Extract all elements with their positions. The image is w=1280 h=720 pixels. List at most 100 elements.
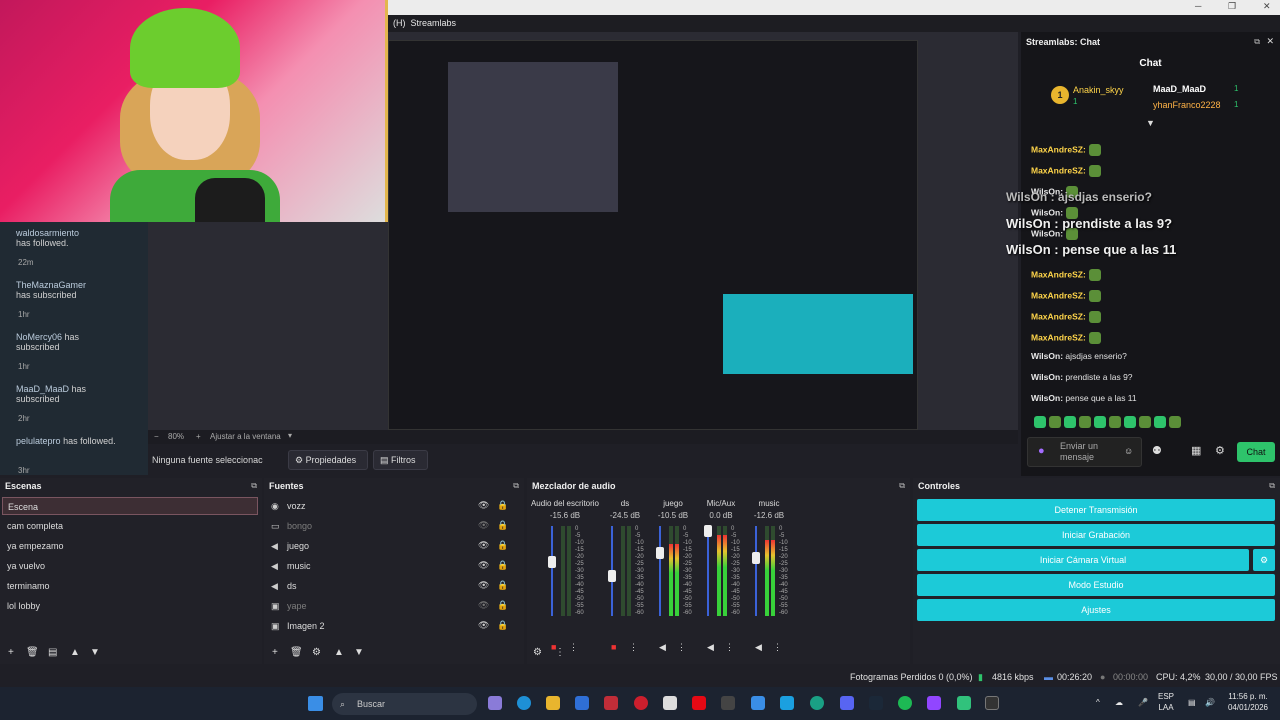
trash-icon[interactable]: 🗑 — [290, 647, 303, 658]
scene-item[interactable]: terminamo — [2, 577, 258, 595]
filters-button[interactable]: ▤ Filtros — [373, 450, 428, 470]
add-icon[interactable]: + — [272, 647, 278, 658]
popout-icon[interactable]: ⧉ — [899, 481, 905, 491]
popout-icon[interactable]: ⧉ — [513, 481, 519, 491]
zoom-option[interactable]: Ajustar a la ventana — [210, 432, 281, 441]
properties-button[interactable]: ⚙ Propiedades — [288, 450, 368, 470]
streamlabs-icon[interactable] — [810, 696, 824, 710]
volume-icon[interactable]: 🔊 — [1205, 697, 1215, 708]
close-icon[interactable]: ✕ — [1266, 36, 1274, 47]
source-item[interactable]: ▣ yape — [266, 597, 511, 615]
gear-icon[interactable]: ⚙ — [1215, 444, 1225, 457]
eye-off-icon[interactable]: 👁 — [478, 600, 489, 611]
start-recording-button[interactable]: Iniciar Grabación — [917, 524, 1275, 546]
scene-item[interactable]: ya vuelvo — [2, 557, 258, 575]
filter-icon[interactable]: ▤ — [48, 647, 57, 658]
volume-knob[interactable] — [704, 524, 712, 537]
move-up-icon[interactable]: ▲ — [334, 647, 344, 658]
lock-icon[interactable]: 🔒 — [497, 560, 508, 571]
popout-icon[interactable]: ⧉ — [251, 481, 257, 491]
spotify-icon[interactable] — [898, 696, 912, 710]
points-icon[interactable]: ⚉ — [1152, 444, 1162, 457]
mic-icon[interactable]: ● — [1038, 445, 1045, 457]
more-options-icon[interactable]: ⋮ — [555, 647, 565, 658]
lock-icon[interactable]: 🔒 — [497, 580, 508, 591]
streamlabs-desktop-icon[interactable] — [985, 696, 999, 710]
copilot-icon[interactable] — [488, 696, 502, 710]
zoom-minus[interactable]: − — [154, 432, 159, 441]
volume-knob[interactable] — [752, 551, 760, 564]
clock[interactable]: 11:56 p. m. 04/01/2026 — [1222, 691, 1274, 713]
chevron-up-icon[interactable]: ^ — [1096, 697, 1100, 708]
lock-icon[interactable]: 🔒 — [497, 540, 508, 551]
gear-icon[interactable]: ⚙ — [312, 647, 321, 658]
scene-item[interactable]: lol lobby — [2, 597, 258, 615]
zoom-plus[interactable]: + — [196, 432, 201, 441]
virtual-camera-button[interactable]: Iniciar Cámara Virtual — [917, 549, 1249, 571]
wifi-icon[interactable]: ▤ — [1188, 697, 1196, 708]
lock-icon[interactable]: 🔒 — [497, 520, 508, 531]
minimize-icon[interactable]: ─ — [1195, 1, 1201, 11]
eye-icon[interactable]: 👁 — [478, 560, 489, 571]
chevron-down-icon[interactable]: ▾ — [288, 431, 292, 440]
settings-button[interactable]: Ajustes — [917, 599, 1275, 621]
maximize-icon[interactable]: ❐ — [1228, 1, 1236, 12]
scene-item[interactable]: cam completa — [2, 517, 258, 535]
add-icon[interactable]: + — [8, 647, 14, 658]
folder-icon[interactable] — [546, 696, 560, 710]
mixer-settings-icon[interactable]: ⚙ — [533, 647, 542, 658]
volume-knob[interactable] — [656, 547, 664, 559]
twitch-icon[interactable] — [927, 696, 941, 710]
eye-off-icon[interactable]: 👁 — [478, 520, 489, 531]
chat-send-button[interactable]: Chat — [1237, 442, 1275, 462]
source-item[interactable]: ◀ ds — [266, 577, 511, 595]
outlook-icon[interactable] — [575, 696, 589, 710]
scene-item[interactable]: Escena — [2, 497, 258, 515]
emoji-icon[interactable]: ☺ — [1124, 446, 1133, 456]
volume-slider[interactable] — [707, 526, 709, 616]
volume-slider[interactable] — [755, 526, 757, 616]
discord-icon[interactable] — [840, 696, 854, 710]
windows-start-icon[interactable] — [308, 696, 323, 711]
opera-icon[interactable] — [604, 696, 618, 710]
ps5-icon[interactable] — [721, 696, 735, 710]
scene-item[interactable]: ya empezamo — [2, 537, 258, 555]
lock-icon[interactable]: 🔒 — [497, 500, 508, 511]
source-item[interactable]: ◀ juego — [266, 537, 511, 555]
eye-icon[interactable]: 👁 — [478, 540, 489, 551]
edge-icon[interactable] — [517, 696, 531, 710]
source-item[interactable]: ▣ Imagen 2 — [266, 617, 511, 635]
source-item[interactable]: ▭ bongo — [266, 517, 511, 535]
eye-icon[interactable]: 👁 — [478, 580, 489, 591]
mail-icon[interactable] — [751, 696, 765, 710]
store-icon[interactable]: ▦ — [1191, 444, 1201, 457]
volume-slider[interactable] — [551, 526, 553, 616]
eye-icon[interactable]: 👁 — [478, 620, 489, 631]
mic-icon[interactable]: 🎤 — [1138, 697, 1148, 708]
popout-icon[interactable]: ⧉ — [1269, 481, 1275, 491]
chat-input[interactable]: ● Enviar un mensaje ☺ — [1027, 437, 1142, 467]
cloud-icon[interactable]: ☁ — [1115, 697, 1123, 708]
steam-icon[interactable] — [869, 696, 883, 710]
search-input[interactable]: ⌕ Buscar — [332, 693, 477, 715]
netflix-icon[interactable] — [692, 696, 706, 710]
move-up-icon[interactable]: ▲ — [70, 647, 80, 658]
scroll-down-icon[interactable]: ▼ — [1146, 118, 1155, 128]
app-icon[interactable] — [780, 696, 794, 710]
source-item[interactable]: ◀ music — [266, 557, 511, 575]
lock-icon[interactable]: 🔒 — [497, 600, 508, 611]
popout-icon[interactable]: ⧉ — [1254, 37, 1260, 47]
source-item[interactable]: ◉ vozz — [266, 497, 511, 515]
move-down-icon[interactable]: ▼ — [90, 647, 100, 658]
editor-icon[interactable] — [663, 696, 677, 710]
studio-mode-button[interactable]: Modo Estudio — [917, 574, 1275, 596]
volume-knob[interactable] — [548, 556, 556, 568]
language-indicator[interactable]: ESP LAA — [1158, 691, 1174, 713]
volume-slider[interactable] — [659, 526, 661, 616]
eye-icon[interactable]: 👁 — [478, 500, 489, 511]
trash-icon[interactable]: 🗑 — [26, 647, 39, 658]
volume-knob[interactable] — [608, 569, 616, 582]
stop-stream-button[interactable]: Detener Transmisión — [917, 499, 1275, 521]
emote-bar[interactable] — [1031, 416, 1221, 430]
opera-gx-icon[interactable] — [634, 696, 648, 710]
